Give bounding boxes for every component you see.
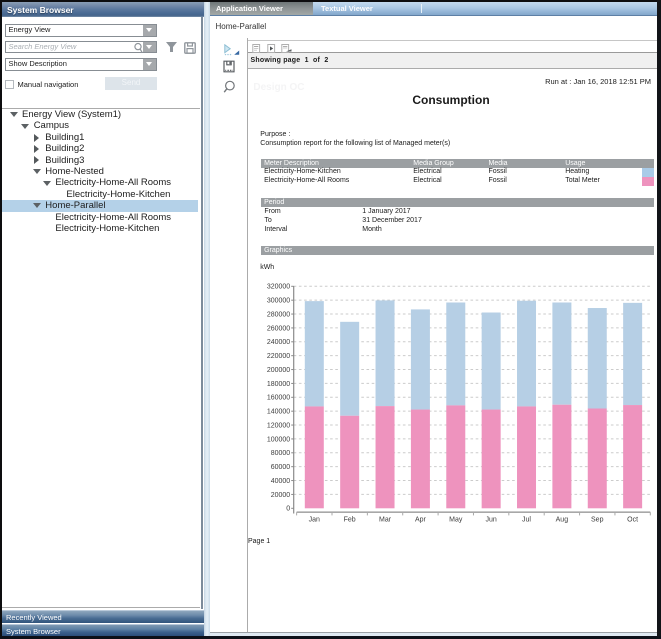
svg-text:Jan: Jan <box>308 517 319 524</box>
svg-text:May: May <box>449 517 463 524</box>
svg-text:Apr: Apr <box>414 517 426 524</box>
svg-text:20000: 20000 <box>270 492 290 499</box>
svg-text:260000: 260000 <box>266 325 289 332</box>
svg-text:280000: 280000 <box>266 311 289 318</box>
svg-text:40000: 40000 <box>270 478 290 485</box>
svg-text:160000: 160000 <box>266 395 289 402</box>
svg-text:100000: 100000 <box>266 436 289 443</box>
svg-text:0: 0 <box>286 506 290 513</box>
svg-text:Jul: Jul <box>522 517 531 524</box>
svg-text:Sep: Sep <box>591 517 604 524</box>
svg-text:220000: 220000 <box>266 353 289 360</box>
svg-text:200000: 200000 <box>266 367 289 374</box>
svg-text:120000: 120000 <box>266 422 289 429</box>
svg-text:60000: 60000 <box>270 464 290 471</box>
svg-text:Feb: Feb <box>343 517 355 524</box>
svg-text:Oct: Oct <box>627 517 638 524</box>
svg-text:140000: 140000 <box>266 409 289 416</box>
svg-text:Aug: Aug <box>555 517 568 524</box>
svg-text:320000: 320000 <box>266 284 289 291</box>
svg-text:80000: 80000 <box>270 450 290 457</box>
svg-text:240000: 240000 <box>266 339 289 346</box>
svg-text:Mar: Mar <box>379 517 392 524</box>
svg-text:Jun: Jun <box>485 517 496 524</box>
svg-text:180000: 180000 <box>266 381 289 388</box>
svg-text:300000: 300000 <box>266 298 289 305</box>
